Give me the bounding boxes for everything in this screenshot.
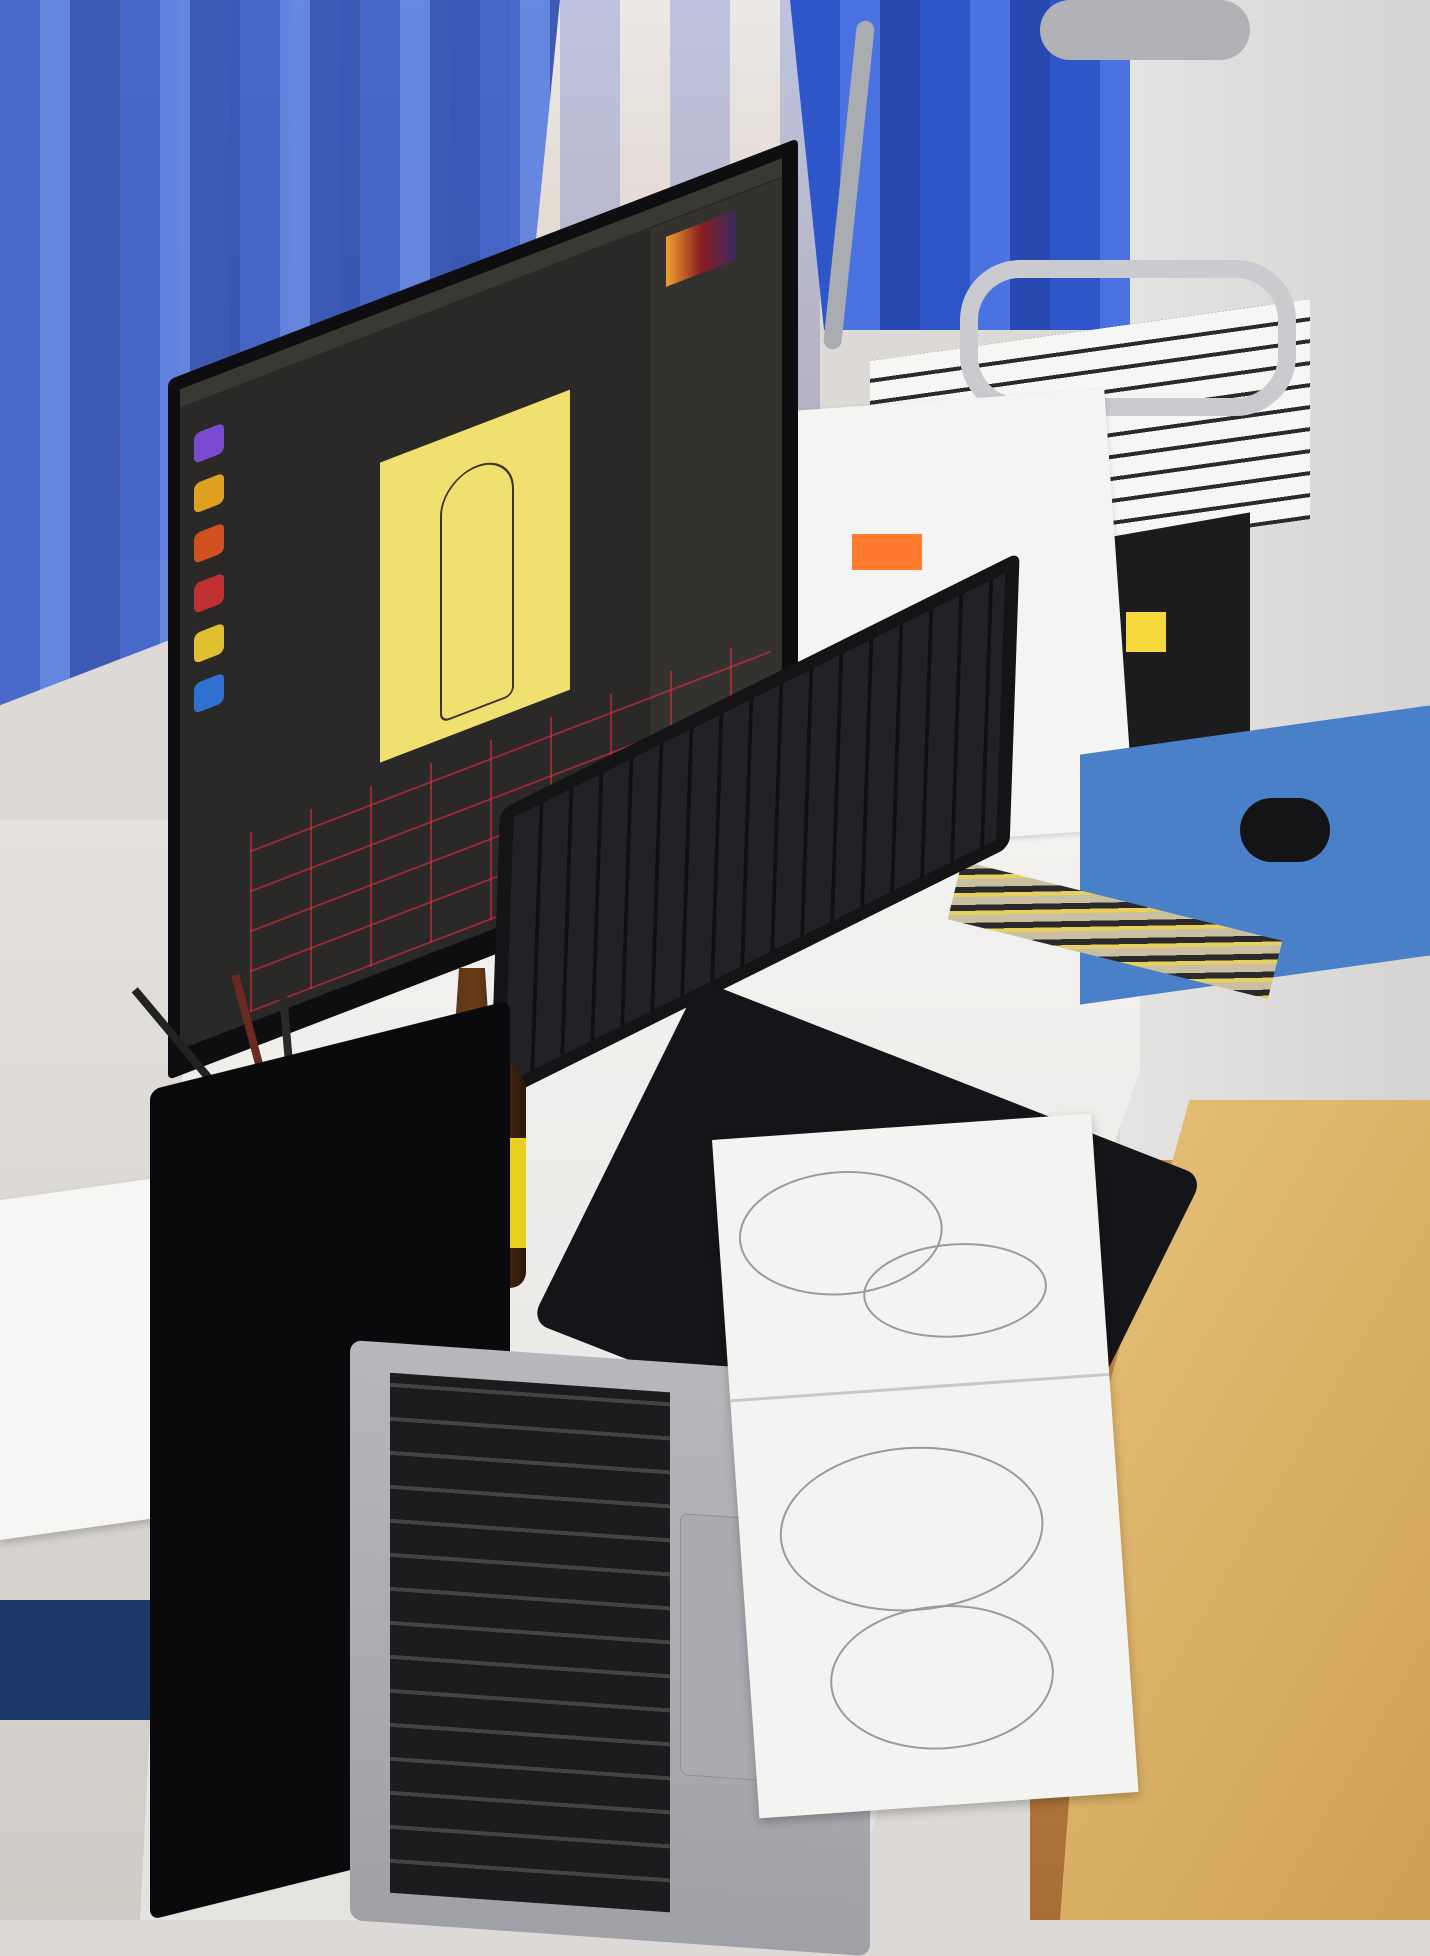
app-icon [194, 522, 224, 565]
drawing-canvas [380, 389, 570, 763]
app-icon [194, 672, 224, 715]
app-icon [194, 622, 224, 665]
sketch-stroke [825, 1597, 1059, 1757]
app-icon [194, 472, 224, 515]
orange-sticky-note [852, 534, 922, 570]
color-picker-swatch [666, 209, 736, 287]
sketchbook-spine [730, 1372, 1110, 1403]
desk-workspace-photo [0, 0, 1430, 1956]
figure-sketch [440, 451, 514, 724]
headphones [960, 260, 1296, 416]
open-sketchbook [712, 1113, 1139, 1819]
laptop-keyboard [390, 1372, 670, 1913]
sketch-stroke [774, 1438, 1050, 1621]
yellow-sticky-note [1126, 612, 1166, 652]
app-icon [194, 572, 224, 615]
computer-mouse [1240, 798, 1330, 862]
app-icon [194, 422, 224, 465]
desk-lamp-head [1040, 0, 1250, 60]
desktop-icon-column [180, 406, 240, 1029]
